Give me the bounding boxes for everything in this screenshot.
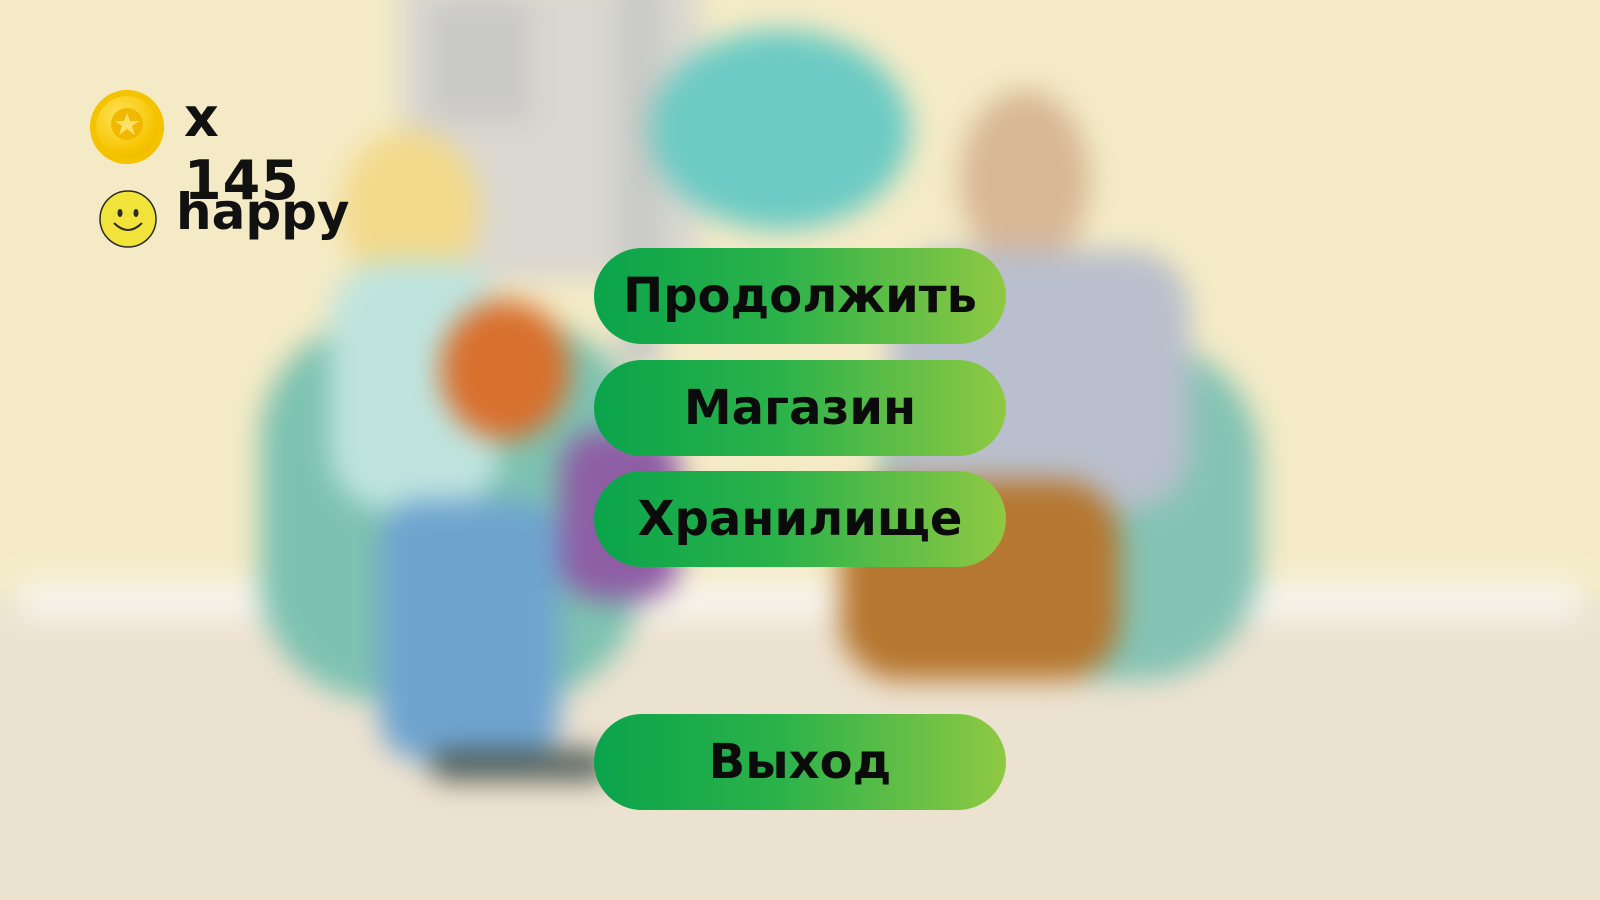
storage-button[interactable]: Хранилище	[594, 471, 1006, 567]
coin-icon	[90, 90, 164, 164]
mood-label: happy	[176, 183, 350, 241]
shop-button[interactable]: Магазин	[594, 360, 1006, 456]
coin-star-icon	[111, 108, 143, 140]
smiley-icon	[99, 190, 157, 248]
continue-button[interactable]: Продолжить	[594, 248, 1006, 344]
exit-button[interactable]: Выход	[594, 714, 1006, 810]
